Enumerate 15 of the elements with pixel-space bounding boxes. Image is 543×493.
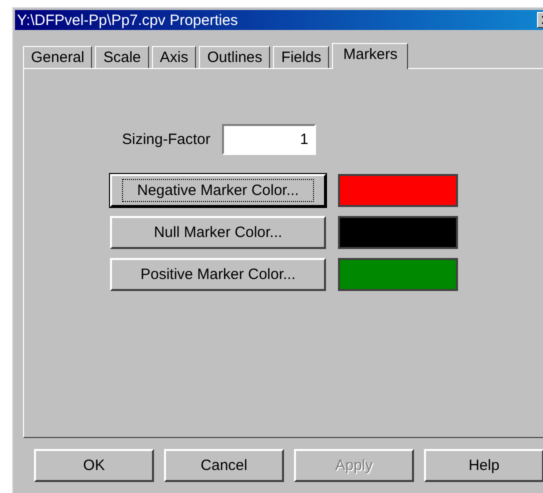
dialog-button[interactable]: OK: [34, 449, 154, 482]
marker-color-button[interactable]: Positive Marker Color...: [110, 258, 326, 291]
dialog-button[interactable]: Help: [424, 449, 543, 482]
tab[interactable]: Axis: [152, 46, 196, 68]
tab[interactable]: Markers: [332, 43, 408, 69]
window-title: Y:\DFPvel-Pp\Pp7.cpv Properties: [17, 12, 238, 28]
field-label: Sizing-Factor: [122, 131, 210, 148]
sizing-factor-field[interactable]: 1: [222, 124, 316, 155]
tab[interactable]: Scale: [95, 46, 149, 68]
dialog-button[interactable]: Cancel: [164, 449, 284, 482]
tab[interactable]: Outlines: [199, 46, 270, 68]
tab[interactable]: General: [23, 46, 92, 68]
marker-color-button[interactable]: Negative Marker Color...: [110, 174, 326, 207]
tab[interactable]: Fields: [273, 46, 330, 68]
marker-color-button[interactable]: Null Marker Color...: [110, 216, 326, 249]
